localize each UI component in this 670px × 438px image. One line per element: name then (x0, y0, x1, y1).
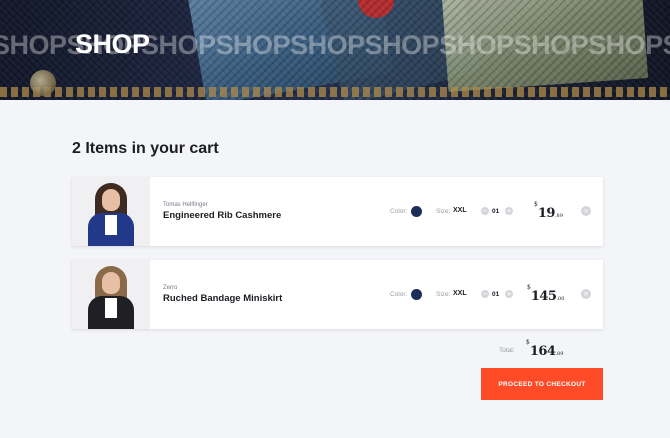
price-integer: 145 (530, 289, 557, 304)
decrement-button[interactable]: − (481, 207, 489, 215)
denim-seam (0, 87, 670, 97)
item-price: $145.00 (527, 284, 565, 304)
size-label: Size: (436, 291, 451, 298)
color-label: Color: (390, 291, 408, 298)
price-decimal: .00 (556, 296, 565, 302)
total-decimal: .89 (555, 351, 564, 357)
color-swatch[interactable] (411, 206, 422, 217)
quantity-value: 01 (492, 291, 500, 298)
remove-item-button[interactable]: × (581, 289, 591, 299)
total-integer: 164 (529, 344, 556, 359)
product-brand: Zerro (163, 285, 178, 291)
size-value[interactable]: XXL (453, 207, 467, 214)
item-price: $19.89 (534, 201, 563, 221)
product-name: Ruched Bandage Miniskirt (163, 293, 283, 304)
size-value[interactable]: XXL (453, 290, 467, 297)
cart-item: Tomas Hellfinger Engineered Rib Cashmere… (72, 177, 603, 246)
increment-button[interactable]: + (505, 207, 513, 215)
price-integer: 19 (537, 206, 556, 221)
product-image (72, 260, 150, 329)
cart-heading: 2 Items in your cart (72, 140, 219, 157)
size-label: Size: (436, 208, 451, 215)
page-title: SHOP (75, 29, 150, 59)
product-name: Engineered Rib Cashmere (163, 210, 282, 221)
cart-item: Zerro Ruched Bandage Miniskirt Color: Si… (72, 260, 603, 329)
hero-banner: SHOPSHOPSHOPSHOPSHOPSHOPSHOPSHOPSHOP SHOP… (0, 0, 670, 100)
color-label: Color: (390, 208, 408, 215)
price-currency: $ (534, 201, 538, 208)
decrement-button[interactable]: − (481, 290, 489, 298)
product-image (72, 177, 150, 246)
total-currency: $ (526, 339, 530, 346)
proceed-to-checkout-button[interactable]: PROCEED TO CHECKOUT (481, 368, 603, 400)
rivet-image (30, 70, 56, 96)
quantity-value: 01 (492, 208, 500, 215)
product-brand: Tomas Hellfinger (163, 202, 208, 208)
remove-item-button[interactable]: × (581, 206, 591, 216)
total-label: Total: (499, 347, 515, 354)
color-swatch[interactable] (411, 289, 422, 300)
price-decimal: .89 (554, 213, 563, 219)
cart-total: $164.89 (526, 339, 564, 359)
price-currency: $ (527, 284, 531, 291)
increment-button[interactable]: + (505, 290, 513, 298)
